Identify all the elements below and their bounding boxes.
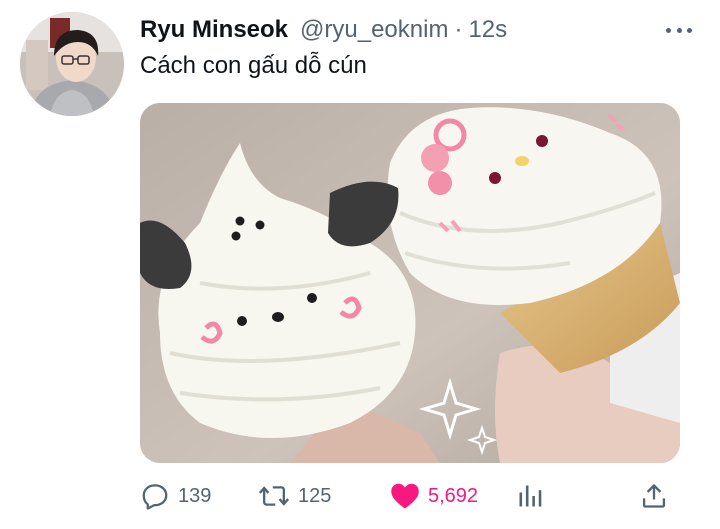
share-button[interactable] <box>640 478 668 514</box>
retweet-count: 125 <box>298 484 332 507</box>
analytics-icon <box>519 485 542 507</box>
tweet: Ryu Minseok @ryu_eoknim · 12s Cách con g… <box>0 0 720 529</box>
photo-of-two-ice-cream-cones <box>140 103 680 463</box>
reply-count: 139 <box>178 484 212 507</box>
display-name[interactable]: Ryu Minseok <box>140 16 288 44</box>
reply-icon <box>142 484 168 510</box>
share-icon <box>642 484 666 508</box>
analytics-button[interactable] <box>516 478 544 514</box>
user-handle[interactable]: @ryu_eoknim <box>300 16 448 44</box>
like-button[interactable]: 5,692 <box>390 478 478 514</box>
tweet-media-photo[interactable] <box>140 103 680 463</box>
tweet-header: Ryu Minseok @ryu_eoknim · 12s <box>140 14 507 46</box>
reply-button[interactable]: 139 <box>140 478 211 514</box>
avatar-image <box>20 12 124 116</box>
avatar[interactable] <box>20 12 124 116</box>
like-count: 5,692 <box>428 484 479 507</box>
retweet-icon <box>258 486 290 506</box>
tweet-text: Cách con gấu dỗ cún <box>140 52 367 79</box>
separator-dot: · <box>454 16 463 43</box>
tweet-actions: 139 125 5,692 <box>140 478 680 514</box>
more-options-icon[interactable] <box>664 20 694 40</box>
timestamp[interactable]: 12s <box>468 16 507 44</box>
heart-icon <box>391 483 419 509</box>
retweet-button[interactable]: 125 <box>258 478 331 514</box>
